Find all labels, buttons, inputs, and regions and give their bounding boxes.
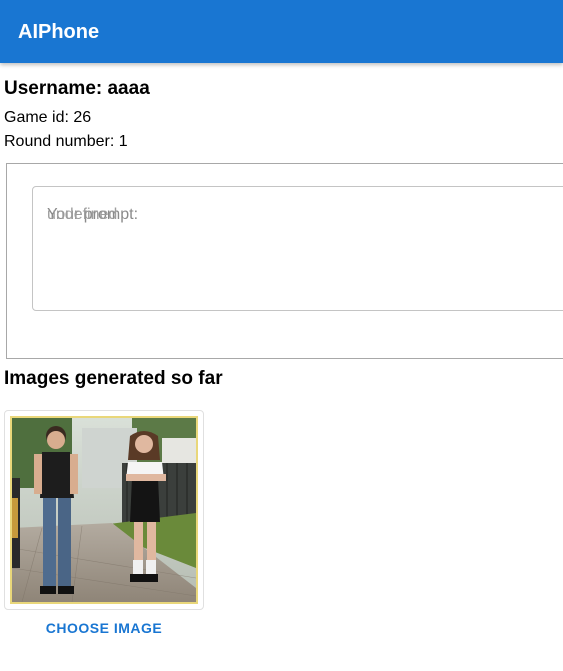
choose-image-button[interactable]: CHOOSE IMAGE — [40, 618, 168, 638]
generated-image — [10, 416, 198, 604]
prompt-placeholder: undefined — [47, 206, 118, 223]
app-title: AIPhone — [18, 21, 100, 43]
photo-illustration — [12, 418, 196, 602]
images-section-title: Images generated so far — [4, 368, 223, 389]
prompt-textarea[interactable]: Your prompt: undefined — [32, 186, 563, 311]
generated-image-card[interactable] — [4, 410, 204, 610]
app-bar: AIPhone — [0, 0, 563, 63]
round-number-text: Round number: 1 — [4, 133, 128, 150]
game-id-text: Game id: 26 — [4, 109, 92, 126]
username-heading: Username: aaaa — [4, 78, 150, 99]
